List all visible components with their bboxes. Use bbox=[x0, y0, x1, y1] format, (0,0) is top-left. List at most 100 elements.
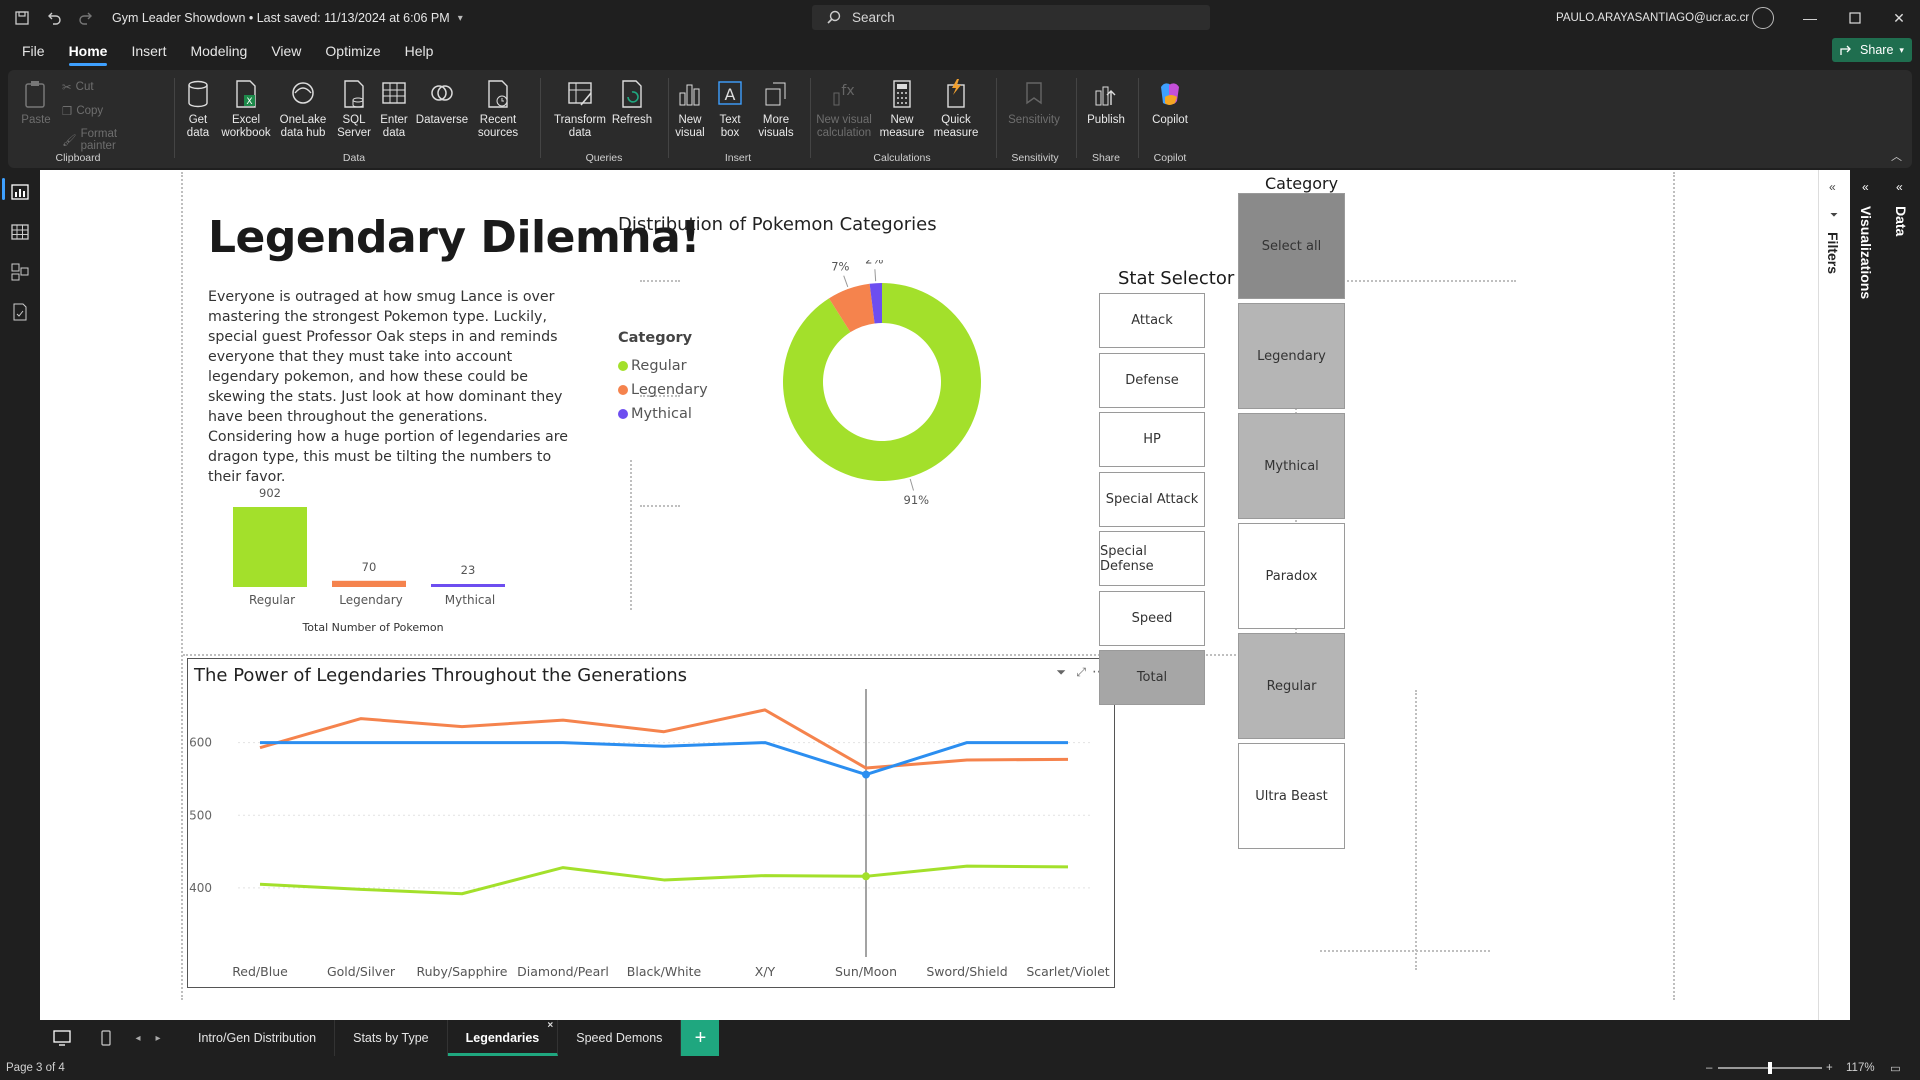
donut-chart[interactable]: 91% 7% 2% bbox=[760, 260, 1020, 520]
quick-measure-button[interactable]: Quick measure bbox=[930, 78, 982, 140]
copy-button[interactable]: ❐ Copy bbox=[62, 104, 103, 118]
sensitivity-button[interactable]: Sensitivity bbox=[1002, 78, 1066, 127]
enter-data-button[interactable]: Enter data bbox=[374, 78, 414, 140]
table-view-icon[interactable] bbox=[10, 222, 30, 242]
onelake-data-hub-button[interactable]: OneLake data hub bbox=[272, 78, 334, 140]
chevron-down-icon[interactable]: ▾ bbox=[458, 13, 463, 24]
stat-option-hp[interactable]: HP bbox=[1099, 412, 1205, 467]
expand-filters-icon[interactable]: « bbox=[1829, 180, 1836, 194]
search-input[interactable]: Search bbox=[812, 5, 1210, 30]
transform-data-button[interactable]: Transform data bbox=[552, 78, 608, 140]
category-option-select-all[interactable]: Select all bbox=[1238, 193, 1345, 299]
report-view-icon[interactable] bbox=[10, 182, 30, 202]
stat-option-total[interactable]: Total bbox=[1099, 650, 1205, 705]
page-tab-speed-demons[interactable]: Speed Demons bbox=[558, 1020, 682, 1056]
data-pane[interactable]: « Data bbox=[1884, 170, 1920, 1020]
filters-pane-label[interactable]: Filters bbox=[1825, 232, 1841, 274]
filters-pane[interactable]: « ⏷ Filters bbox=[1818, 170, 1850, 1020]
avatar[interactable] bbox=[1752, 7, 1774, 29]
category-option-regular[interactable]: Regular bbox=[1238, 633, 1345, 739]
bar-chart[interactable]: 902 Regular 70 Legendary 23 Mythical Total Nu… bbox=[208, 465, 588, 635]
refresh-button[interactable]: Refresh bbox=[608, 78, 656, 127]
line-series-regular[interactable] bbox=[259, 864, 1069, 896]
dataverse-button[interactable]: Dataverse bbox=[414, 78, 470, 127]
next-page-icon[interactable]: ▸ bbox=[148, 1033, 168, 1044]
zoom-slider-thumb[interactable] bbox=[1768, 1062, 1772, 1074]
page-tab-legendaries[interactable]: Legendaries × bbox=[447, 1020, 559, 1056]
stat-option-speed[interactable]: Speed bbox=[1099, 590, 1205, 646]
expand-data-icon[interactable]: « bbox=[1896, 180, 1903, 194]
legend-item-regular[interactable]: Regular bbox=[618, 354, 708, 378]
bar-legendary[interactable] bbox=[332, 580, 406, 587]
hover-point[interactable] bbox=[862, 770, 870, 779]
get-data-button[interactable]: Get data bbox=[176, 78, 220, 140]
category-option-ultra-beast[interactable]: Ultra Beast bbox=[1238, 743, 1345, 849]
collapse-ribbon-icon[interactable]: ︿ bbox=[1891, 148, 1902, 164]
paste-button[interactable]: Paste bbox=[16, 78, 56, 127]
line-chart[interactable]: 600 500 400 Red/Blue Gold/Silver Ruby/Sapphir… bbox=[188, 659, 1114, 987]
line-series-legendary[interactable] bbox=[259, 708, 1069, 770]
previous-page-icon[interactable]: ◂ bbox=[128, 1033, 148, 1044]
menu-help[interactable]: Help bbox=[393, 36, 446, 68]
menu-file[interactable]: File bbox=[10, 36, 57, 68]
copilot-button[interactable]: Copilot bbox=[1144, 78, 1196, 127]
category-option-legendary[interactable]: Legendary bbox=[1238, 303, 1345, 409]
page-tab-intro[interactable]: Intro/Gen Distribution bbox=[180, 1020, 336, 1056]
user-email[interactable]: PAULO.ARAYASANTIAGO@ucr.ac.cr bbox=[1556, 12, 1749, 24]
document-title[interactable]: Gym Leader Showdown • Last saved: 11/13/… bbox=[112, 11, 450, 25]
visualizations-pane-label[interactable]: Visualizations bbox=[1858, 206, 1874, 299]
menu-insert[interactable]: Insert bbox=[119, 36, 178, 68]
menu-home[interactable]: Home bbox=[57, 36, 120, 68]
category-option-paradox[interactable]: Paradox bbox=[1238, 523, 1345, 629]
stat-option-special-attack[interactable]: Special Attack bbox=[1099, 471, 1205, 527]
bar-mythical[interactable] bbox=[431, 584, 505, 587]
minimize-icon[interactable]: — bbox=[1795, 6, 1825, 30]
line-chart-visual[interactable]: The Power of Legendaries Throughout the … bbox=[187, 658, 1115, 988]
cut-button[interactable]: ✂ Cut bbox=[62, 80, 94, 94]
maximize-icon[interactable] bbox=[1840, 6, 1870, 30]
recent-sources-button[interactable]: Recent sources bbox=[470, 78, 526, 140]
close-icon[interactable]: ✕ bbox=[1884, 6, 1914, 30]
line-series-total[interactable] bbox=[260, 741, 1068, 777]
stat-option-defense[interactable]: Defense bbox=[1099, 352, 1205, 408]
bar-regular[interactable] bbox=[233, 507, 307, 587]
hover-point[interactable] bbox=[862, 872, 870, 881]
menu-optimize[interactable]: Optimize bbox=[313, 36, 392, 68]
zoom-slider[interactable] bbox=[1718, 1062, 1822, 1074]
new-visual-button[interactable]: New visual bbox=[670, 78, 710, 140]
report-canvas[interactable]: Legendary Dilemna! Everyone is outraged … bbox=[40, 170, 1850, 1020]
visualizations-pane[interactable]: « Visualizations bbox=[1850, 170, 1884, 1020]
sql-server-button[interactable]: SQL Server bbox=[334, 78, 374, 140]
dax-query-view-icon[interactable] bbox=[10, 302, 30, 322]
publish-button[interactable]: Publish bbox=[1080, 78, 1132, 127]
report-narrative-text[interactable]: Everyone is outraged at how smug Lance i… bbox=[208, 287, 568, 487]
desktop-layout-icon[interactable] bbox=[40, 1030, 84, 1046]
more-visuals-button[interactable]: More visuals bbox=[750, 78, 802, 140]
data-pane-label[interactable]: Data bbox=[1893, 206, 1909, 236]
fit-to-page-icon[interactable]: ▭ bbox=[1890, 1061, 1901, 1075]
model-view-icon[interactable] bbox=[10, 262, 30, 282]
stat-option-attack[interactable]: Attack bbox=[1099, 293, 1205, 348]
menu-view[interactable]: View bbox=[259, 36, 313, 68]
undo-icon[interactable] bbox=[44, 8, 64, 28]
add-page-button[interactable]: + bbox=[681, 1020, 720, 1056]
legend-item-legendary[interactable]: Legendary bbox=[618, 378, 708, 402]
close-tab-icon[interactable]: × bbox=[547, 1008, 553, 1044]
zoom-in-icon[interactable]: + bbox=[1826, 1062, 1833, 1074]
format-painter-button[interactable]: 🖌 Format painter bbox=[62, 128, 148, 152]
excel-workbook-button[interactable]: X Excel workbook bbox=[220, 78, 272, 140]
zoom-out-icon[interactable]: – bbox=[1706, 1062, 1712, 1074]
share-button[interactable]: Share ▾ bbox=[1832, 38, 1912, 62]
save-icon[interactable] bbox=[12, 8, 32, 28]
menu-modeling[interactable]: Modeling bbox=[178, 36, 259, 68]
new-visual-calculation-button[interactable]: fx New visual calculation bbox=[812, 78, 876, 140]
new-measure-button[interactable]: New measure bbox=[876, 78, 928, 140]
stat-option-special-defense[interactable]: Special Defense bbox=[1099, 531, 1205, 586]
text-box-button[interactable]: A Text box bbox=[710, 78, 750, 140]
redo-icon[interactable] bbox=[76, 8, 96, 28]
mobile-layout-icon[interactable] bbox=[84, 1030, 128, 1046]
expand-visualizations-icon[interactable]: « bbox=[1862, 180, 1869, 194]
category-option-mythical[interactable]: Mythical bbox=[1238, 413, 1345, 519]
page-tab-stats-by-type[interactable]: Stats by Type bbox=[335, 1020, 448, 1056]
legend-item-mythical[interactable]: Mythical bbox=[618, 402, 708, 426]
